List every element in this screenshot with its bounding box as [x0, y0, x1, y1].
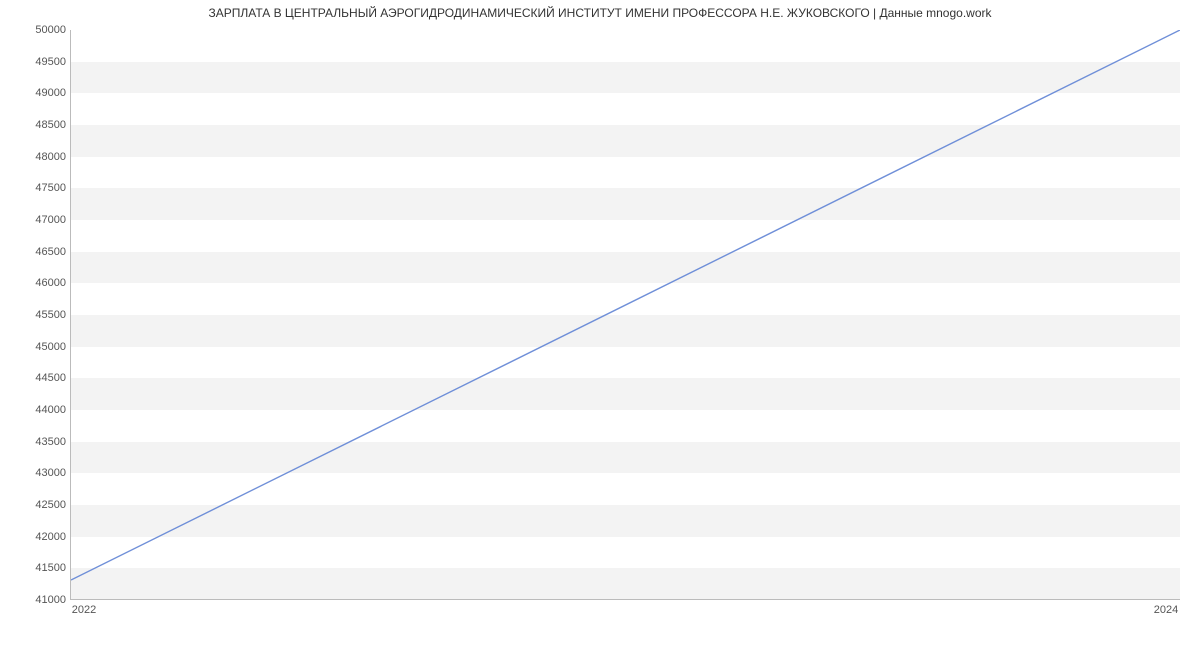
series-line [71, 30, 1180, 580]
chart-container: ЗАРПЛАТА В ЦЕНТРАЛЬНЫЙ АЭРОГИДРОДИНАМИЧЕ… [0, 0, 1200, 650]
y-tick-label: 45500 [6, 309, 66, 321]
x-tick-label: 2022 [72, 604, 96, 616]
y-tick-label: 47500 [6, 182, 66, 194]
y-tick-label: 50000 [6, 24, 66, 36]
y-tick-label: 49000 [6, 87, 66, 99]
y-tick-label: 48500 [6, 119, 66, 131]
y-tick-label: 43000 [6, 467, 66, 479]
y-tick-label: 43500 [6, 436, 66, 448]
y-tick-label: 46500 [6, 246, 66, 258]
y-tick-label: 44000 [6, 404, 66, 416]
y-tick-label: 45000 [6, 341, 66, 353]
y-tick-label: 48000 [6, 151, 66, 163]
y-tick-label: 47000 [6, 214, 66, 226]
y-tick-label: 42000 [6, 531, 66, 543]
y-tick-label: 42500 [6, 499, 66, 511]
x-tick-label: 2024 [1154, 604, 1178, 616]
y-tick-label: 41000 [6, 594, 66, 606]
y-tick-label: 46000 [6, 277, 66, 289]
y-tick-label: 44500 [6, 372, 66, 384]
chart-title: ЗАРПЛАТА В ЦЕНТРАЛЬНЫЙ АЭРОГИДРОДИНАМИЧЕ… [0, 6, 1200, 20]
y-tick-label: 41500 [6, 562, 66, 574]
line-layer [71, 30, 1180, 599]
plot-area [70, 30, 1180, 600]
y-tick-label: 49500 [6, 56, 66, 68]
